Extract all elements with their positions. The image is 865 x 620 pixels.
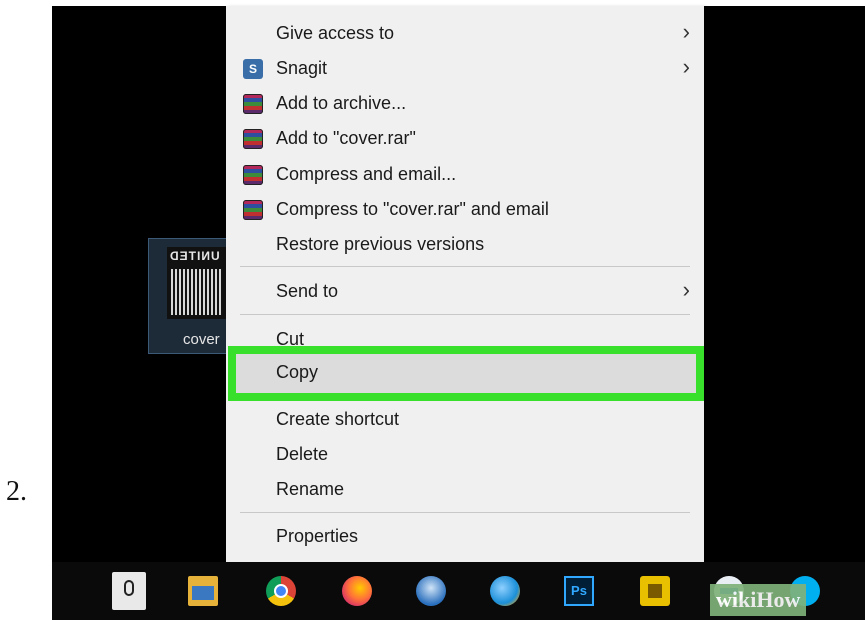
menu-item-add-to-archive[interactable]: Add to archive... [226, 86, 704, 120]
winrar-icon [243, 200, 263, 220]
puzzle-app-icon[interactable] [640, 576, 670, 606]
winrar-icon [243, 129, 263, 149]
barcode-graphic [171, 269, 223, 315]
menu-item-label: Delete [276, 444, 329, 464]
menu-item-label: Send to [276, 281, 339, 301]
file-name-label: cover [183, 331, 220, 348]
menu-item-snagit[interactable]: S Snagit › [226, 51, 704, 85]
menu-item-restore-previous-versions[interactable]: Restore previous versions [226, 227, 704, 261]
desktop-file-cover[interactable]: UNITED cover [148, 238, 232, 354]
menu-item-create-shortcut[interactable]: Create shortcut [226, 402, 704, 436]
menu-item-label: Properties [276, 526, 359, 546]
menu-item-label: Rename [276, 479, 345, 499]
menu-item-label: Restore previous versions [276, 234, 485, 254]
submenu-arrow-icon: › [682, 277, 690, 302]
file-explorer-icon[interactable] [188, 576, 218, 606]
copy-highlight-box [228, 346, 704, 401]
firefox-icon[interactable] [342, 576, 372, 606]
internet-explorer-icon[interactable] [490, 576, 520, 606]
menu-separator [240, 314, 690, 315]
menu-item-label: Compress and email... [276, 164, 457, 184]
submenu-arrow-icon: › [682, 19, 690, 44]
menu-item-give-access-to[interactable]: Give access to › [226, 16, 704, 50]
wikihow-watermark: wikiHow [710, 584, 807, 616]
menu-item-add-to-cover-rar[interactable]: Add to "cover.rar" [226, 121, 704, 155]
menu-item-label: Give access to [276, 23, 395, 43]
menu-item-label: Add to "cover.rar" [276, 128, 416, 148]
step-number: 2. [6, 476, 27, 507]
microphone-icon[interactable] [112, 572, 146, 610]
menu-item-properties[interactable]: Properties [226, 519, 704, 553]
thumbnail-text: UNITED [169, 249, 220, 263]
thunderbird-icon[interactable] [416, 576, 446, 606]
photoshop-icon[interactable]: Ps [564, 576, 594, 606]
menu-item-compress-and-email[interactable]: Compress and email... [226, 157, 704, 191]
menu-separator [240, 266, 690, 267]
menu-item-compress-to-cover-rar-and-email[interactable]: Compress to "cover.rar" and email [226, 192, 704, 226]
menu-item-label: Create shortcut [276, 409, 400, 429]
menu-item-label: Add to archive... [276, 93, 407, 113]
menu-item-delete[interactable]: Delete [226, 437, 704, 471]
chrome-icon[interactable] [266, 576, 296, 606]
winrar-icon [243, 165, 263, 185]
snagit-icon: S [243, 59, 263, 79]
submenu-arrow-icon: › [682, 54, 690, 79]
winrar-icon [243, 94, 263, 114]
file-thumbnail: UNITED [167, 247, 227, 319]
menu-item-label: Compress to "cover.rar" and email [276, 199, 549, 219]
menu-item-label: Snagit [276, 58, 328, 78]
menu-item-rename[interactable]: Rename [226, 472, 704, 506]
menu-item-send-to[interactable]: Send to › [226, 274, 704, 308]
menu-separator [240, 512, 690, 513]
